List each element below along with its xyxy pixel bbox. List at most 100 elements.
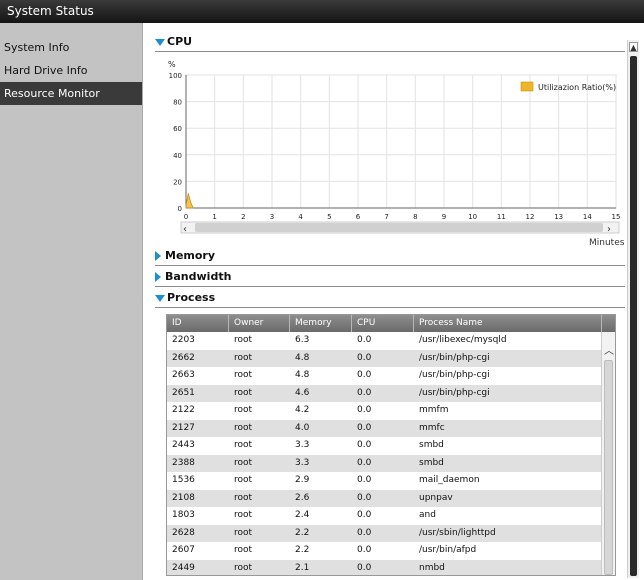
table-row[interactable]: 2108 root 2.6 0.0 upnpav: [167, 489, 615, 507]
table-row[interactable]: 2628 root 2.2 0.0/usr/sbin/lighttpd: [167, 524, 615, 542]
cell-memory: 2.1: [295, 562, 310, 573]
section-memory-label: Memory: [165, 249, 216, 262]
cell-memory: 4.8: [295, 352, 310, 363]
sidebar: System Info Hard Drive Info Resource Mon…: [0, 23, 143, 580]
section-memory-header[interactable]: Memory: [155, 248, 625, 266]
cell-cpu: 0.0: [357, 527, 372, 538]
cell-id: 2662: [172, 352, 195, 363]
cell-memory: 4.8: [295, 370, 310, 380]
cell-cpu: 0.0: [357, 545, 372, 555]
cell-memory: 2.4: [295, 510, 310, 520]
cell-memory: 4.6: [295, 387, 310, 398]
page-scroll-thumb[interactable]: [630, 56, 637, 576]
column-header-process-name[interactable]: Process Name: [414, 315, 602, 332]
column-header-id[interactable]: ID: [167, 315, 229, 332]
cell-owner: root: [234, 387, 253, 398]
cell-cpu: 0.0: [357, 352, 372, 363]
column-header-cpu[interactable]: CPU: [352, 315, 414, 332]
x-tick-label: 2: [241, 213, 245, 221]
cell-cpu: 0.0: [357, 510, 372, 520]
cell-id: 2651: [172, 387, 195, 398]
cell-cpu: 0.0: [357, 370, 372, 380]
x-tick-label: 9: [442, 213, 446, 221]
column-header-owner[interactable]: Owner: [229, 315, 290, 332]
cell-memory: 4.0: [295, 422, 310, 433]
cell-cpu: 0.0: [357, 492, 372, 503]
cell-owner: root: [234, 335, 253, 345]
table-row[interactable]: 2388 root 3.3 0.0 smbd: [167, 454, 615, 472]
cell-memory: 2.6: [295, 492, 310, 503]
table-row[interactable]: 2203 root 6.3 0.0/usr/libexec/mysqld: [167, 332, 615, 350]
cell-owner: root: [234, 422, 253, 433]
cell-process-name: /usr/bin/php-cgi: [419, 352, 490, 363]
scroll-up-arrow-icon[interactable]: ▲: [629, 42, 638, 52]
section-process-header[interactable]: Process: [155, 290, 625, 308]
process-table-body: 2203 root 6.3 0.0/usr/libexec/mysqld 2662 roo…: [167, 332, 615, 575]
legend-label: Utilizazion Ratio(%): [538, 83, 616, 92]
cell-id: 2449: [172, 562, 195, 573]
section-cpu-label: CPU: [167, 35, 193, 48]
cell-owner: root: [234, 405, 253, 415]
legend-swatch: [520, 81, 534, 92]
cell-cpu: 0.0: [357, 475, 372, 485]
cell-process-name: /usr/bin/afpd: [419, 545, 477, 555]
table-scrollbar[interactable]: ︿: [601, 332, 615, 575]
x-tick-label: 0: [184, 213, 188, 221]
x-tick-label: 15: [612, 213, 621, 221]
cell-owner: root: [234, 352, 253, 363]
cell-owner: root: [234, 510, 253, 520]
cell-process-name: mmfc: [419, 422, 445, 433]
process-table: ID Owner Memory CPU Process Name 2203 roo…: [166, 314, 616, 576]
table-row[interactable]: 1803 root 2.4 0.0 and: [167, 507, 615, 525]
sidebar-item-resource-monitor[interactable]: Resource Monitor: [0, 82, 142, 105]
table-row[interactable]: 1536 root 2.9 0.0 mail_daemon: [167, 472, 615, 490]
chevron-up-icon[interactable]: ︿: [604, 342, 614, 357]
table-row[interactable]: 2449 root 2.1 0.0 nmbd: [167, 559, 615, 575]
sidebar-item-system-info[interactable]: System Info: [0, 36, 142, 59]
collapsed-triangle-icon: [155, 251, 161, 261]
x-tick-label: 14: [583, 213, 592, 221]
table-row[interactable]: 2127 root 4.0 0.0 mmfc: [167, 419, 615, 437]
cell-id: 2127: [172, 422, 195, 433]
column-header-memory[interactable]: Memory: [290, 315, 352, 332]
y-tick-label: 20: [173, 178, 182, 186]
y-tick-label: 80: [173, 99, 182, 107]
table-row[interactable]: 2662 root 4.8 0.0/usr/bin/php-cgi: [167, 349, 615, 367]
cell-owner: root: [234, 370, 253, 380]
page-scrollbar[interactable]: ▲: [627, 40, 639, 578]
x-tick-label: 12: [526, 213, 535, 221]
y-axis-label: %: [168, 60, 176, 69]
section-cpu-header[interactable]: CPU: [155, 34, 625, 52]
collapsed-triangle-icon: [155, 272, 161, 282]
section-bandwidth-header[interactable]: Bandwidth: [155, 269, 625, 287]
window-title: System Status: [0, 0, 644, 23]
table-row[interactable]: 2651 root 4.6 0.0/usr/bin/php-cgi: [167, 384, 615, 402]
expanded-triangle-icon: [155, 294, 165, 302]
cell-owner: root: [234, 440, 253, 450]
cell-memory: 4.2: [295, 405, 310, 415]
x-tick-label: 6: [356, 213, 361, 221]
table-row[interactable]: 2443 root 3.3 0.0 smbd: [167, 437, 615, 455]
y-tick-label: 0: [178, 205, 182, 213]
cell-owner: root: [234, 492, 253, 503]
cell-cpu: 0.0: [357, 562, 372, 573]
table-row[interactable]: 2607 root 2.2 0.0/usr/bin/afpd: [167, 542, 615, 560]
chart-scroll-thumb[interactable]: [195, 223, 603, 232]
x-tick-label: 10: [468, 213, 477, 221]
scroll-right-arrow-icon[interactable]: ›: [607, 224, 611, 234]
cell-id: 2108: [172, 492, 195, 503]
cell-process-name: /usr/libexec/mysqld: [419, 335, 507, 345]
cell-cpu: 0.0: [357, 457, 372, 468]
scroll-left-arrow-icon[interactable]: ‹: [183, 224, 187, 234]
cpu-chart: 0204060801000 1 2 3 4 5 6 7 8 9 10 11 12 13 14 15%Utili…: [168, 60, 621, 234]
cell-memory: 3.3: [295, 457, 310, 468]
table-scroll-thumb[interactable]: [604, 360, 613, 575]
cell-process-name: /usr/bin/php-cgi: [419, 370, 490, 380]
sidebar-item-hard-drive-info[interactable]: Hard Drive Info: [0, 59, 142, 82]
table-row[interactable]: 2122 root 4.2 0.0 mmfm: [167, 402, 615, 420]
cell-id: 1803: [172, 510, 195, 520]
cell-cpu: 0.0: [357, 422, 372, 433]
section-bandwidth-label: Bandwidth: [165, 270, 232, 283]
table-row[interactable]: 2663 root 4.8 0.0/usr/bin/php-cgi: [167, 367, 615, 385]
cell-process-name: and: [419, 510, 436, 520]
